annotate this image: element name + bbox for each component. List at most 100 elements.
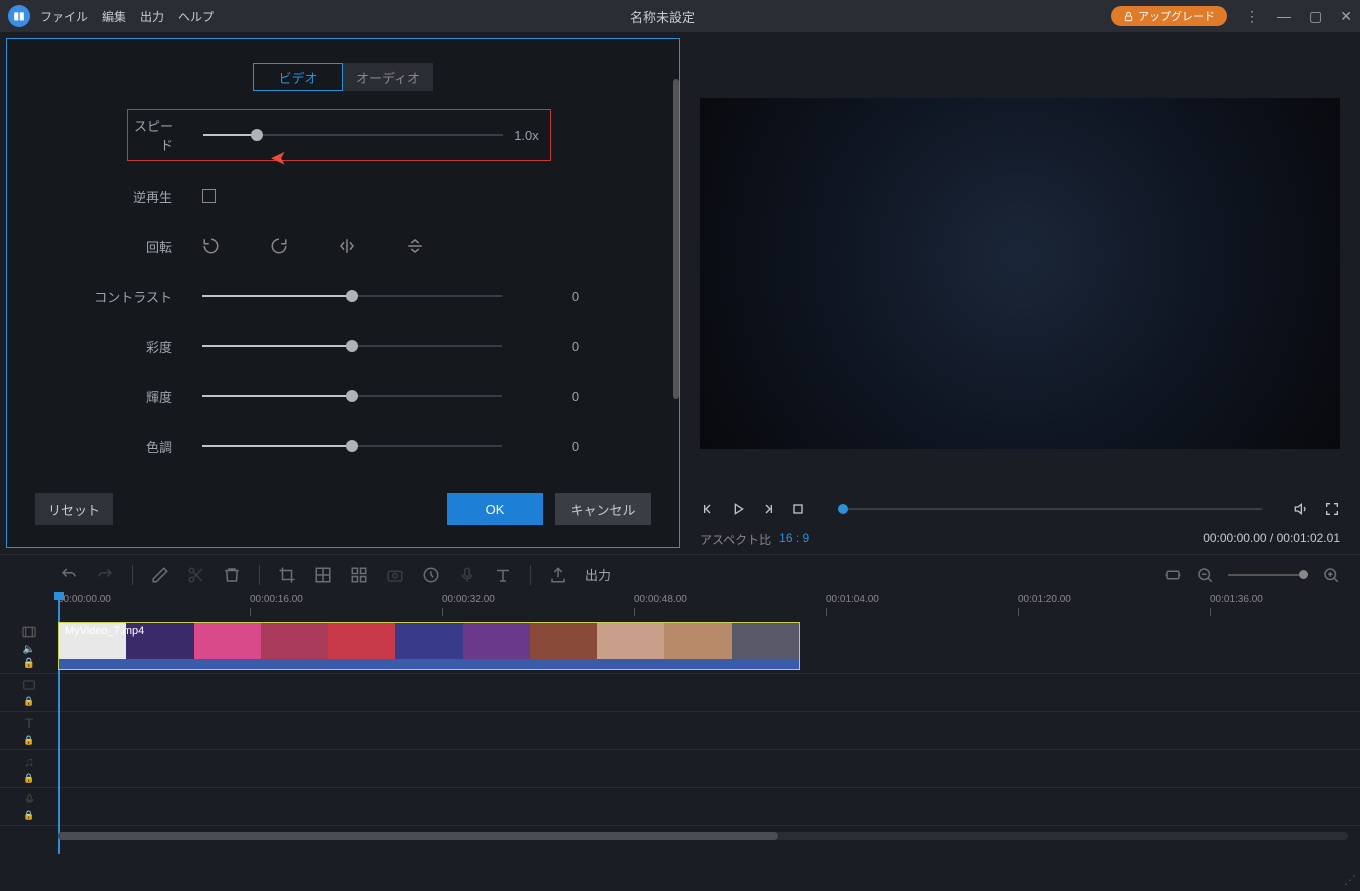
text-icon[interactable] bbox=[494, 566, 512, 584]
resize-grip-icon[interactable]: ⋰ bbox=[1344, 873, 1356, 887]
volume-icon[interactable] bbox=[1294, 501, 1310, 517]
export-icon[interactable] bbox=[549, 566, 567, 584]
hue-row: 色調 0 bbox=[7, 421, 649, 471]
audio-track: ♫ 🔒 bbox=[0, 750, 1360, 788]
voiceover-icon[interactable] bbox=[458, 566, 476, 584]
grid-icon[interactable] bbox=[350, 566, 368, 584]
reverse-checkbox[interactable] bbox=[202, 189, 216, 203]
track-head: 🔒 bbox=[0, 788, 58, 825]
mute-icon[interactable]: 🔈 bbox=[23, 644, 35, 655]
rotate-ccw-icon[interactable] bbox=[202, 237, 220, 255]
seek-bar[interactable] bbox=[838, 508, 1262, 510]
aspect-label: アスペクト比 bbox=[700, 531, 771, 548]
contrast-value: 0 bbox=[502, 289, 649, 304]
voice-track: 🔒 bbox=[0, 788, 1360, 826]
duration-icon[interactable] bbox=[422, 566, 440, 584]
rotate-label: 回転 bbox=[7, 237, 202, 256]
contrast-slider[interactable] bbox=[202, 295, 502, 297]
close-icon[interactable]: ✕ bbox=[1340, 8, 1352, 25]
lock-icon[interactable]: 🔒 bbox=[23, 696, 34, 707]
menubar: ファイル 編集 出力 ヘルプ bbox=[40, 8, 214, 25]
cancel-button[interactable]: キャンセル bbox=[555, 493, 651, 525]
lock-icon[interactable]: 🔒 bbox=[23, 810, 34, 821]
clip-name: MyVideo_7.mp4 bbox=[65, 625, 144, 637]
timeline-ruler[interactable]: 00:00:00.0000:00:16.0000:00:32.0000:00:4… bbox=[58, 594, 1360, 620]
track-body[interactable] bbox=[58, 674, 1360, 711]
zoom-in-icon[interactable] bbox=[1322, 566, 1340, 584]
upgrade-button[interactable]: アップグレード bbox=[1111, 6, 1227, 26]
flip-vertical-icon[interactable] bbox=[406, 237, 424, 255]
next-frame-icon[interactable] bbox=[760, 501, 776, 517]
speed-slider[interactable] bbox=[203, 134, 503, 136]
app-logo: ▮▮ bbox=[8, 5, 30, 27]
lock-icon[interactable]: 🔒 bbox=[23, 735, 34, 746]
contrast-row: コントラスト 0 bbox=[7, 271, 649, 321]
panel-scrollbar[interactable] bbox=[673, 79, 679, 399]
brightness-row: 輝度 0 bbox=[7, 371, 649, 421]
track-body[interactable] bbox=[58, 712, 1360, 749]
timeline-clip[interactable]: MyVideo_7.mp4 bbox=[58, 622, 800, 670]
brightness-label: 輝度 bbox=[7, 387, 202, 406]
undo-icon[interactable] bbox=[60, 566, 78, 584]
audio-track-icon: ♫ bbox=[24, 754, 34, 769]
tab-video[interactable]: ビデオ bbox=[253, 63, 343, 91]
track-head: T 🔒 bbox=[0, 712, 58, 749]
crop-icon[interactable] bbox=[278, 566, 296, 584]
text-track-icon: T bbox=[25, 715, 34, 731]
speed-highlight-box: スピード 1.0x ➤ bbox=[127, 109, 551, 161]
maximize-icon[interactable]: ▢ bbox=[1309, 8, 1322, 25]
lock-icon[interactable]: 🔒 bbox=[23, 658, 35, 669]
preview-canvas[interactable] bbox=[700, 98, 1340, 449]
reset-button[interactable]: リセット bbox=[35, 493, 113, 525]
ruler-tick: 00:00:32.00 bbox=[442, 594, 495, 605]
redo-icon[interactable] bbox=[96, 566, 114, 584]
toolbar-sep bbox=[259, 565, 260, 585]
menu-file[interactable]: ファイル bbox=[40, 8, 88, 25]
menu-output[interactable]: 出力 bbox=[140, 8, 164, 25]
timeline-toolbar: 出力 bbox=[0, 554, 1360, 594]
menu-edit[interactable]: 編集 bbox=[102, 8, 126, 25]
contrast-label: コントラスト bbox=[7, 287, 202, 306]
flip-horizontal-icon[interactable] bbox=[338, 237, 356, 255]
more-icon[interactable]: ⋮ bbox=[1245, 8, 1259, 25]
edit-icon[interactable] bbox=[151, 566, 169, 584]
track-body[interactable] bbox=[58, 788, 1360, 825]
brightness-slider[interactable] bbox=[202, 395, 502, 397]
toolbar-sep bbox=[132, 565, 133, 585]
track-body[interactable] bbox=[58, 750, 1360, 787]
ruler-tick: 00:00:16.00 bbox=[250, 594, 303, 605]
split-icon[interactable] bbox=[187, 566, 205, 584]
play-icon[interactable] bbox=[730, 501, 746, 517]
zoom-out-icon[interactable] bbox=[1196, 566, 1214, 584]
prev-frame-icon[interactable] bbox=[700, 501, 716, 517]
stop-icon[interactable] bbox=[790, 501, 806, 517]
ruler-tick: 00:01:04.00 bbox=[826, 594, 879, 605]
ok-button[interactable]: OK bbox=[447, 493, 543, 525]
minimize-icon[interactable]: — bbox=[1277, 8, 1291, 25]
lock-icon[interactable]: 🔒 bbox=[23, 773, 34, 784]
reverse-row: 逆再生 bbox=[7, 171, 649, 221]
fullscreen-icon[interactable] bbox=[1324, 501, 1340, 517]
track-head: 🔒 bbox=[0, 674, 58, 711]
saturation-label: 彩度 bbox=[7, 337, 202, 356]
track-body[interactable]: MyVideo_7.mp4 bbox=[58, 620, 1360, 673]
zoom-fit-icon[interactable] bbox=[1164, 566, 1182, 584]
hue-slider[interactable] bbox=[202, 445, 502, 447]
saturation-slider[interactable] bbox=[202, 345, 502, 347]
upgrade-label: アップグレード bbox=[1138, 8, 1215, 24]
window-title: 名称未設定 bbox=[214, 7, 1111, 26]
aspect-row: アスペクト比 16 : 9 00:00:00.00 / 00:01:02.01 bbox=[700, 531, 1340, 548]
saturation-value: 0 bbox=[502, 339, 649, 354]
timeline-hscrollbar[interactable] bbox=[58, 832, 1348, 840]
mosaic-icon[interactable] bbox=[314, 566, 332, 584]
zoom-slider[interactable] bbox=[1228, 574, 1308, 576]
tab-audio[interactable]: オーディオ bbox=[343, 63, 433, 91]
delete-icon[interactable] bbox=[223, 566, 241, 584]
rotate-cw-icon[interactable] bbox=[270, 237, 288, 255]
snapshot-icon[interactable] bbox=[386, 566, 404, 584]
ruler-tick: 00:01:36.00 bbox=[1210, 594, 1263, 605]
track-head: 🔈 🔒 bbox=[0, 620, 58, 673]
menu-help[interactable]: ヘルプ bbox=[178, 8, 214, 25]
export-label[interactable]: 出力 bbox=[585, 565, 611, 584]
aspect-value[interactable]: 16 : 9 bbox=[779, 531, 809, 548]
